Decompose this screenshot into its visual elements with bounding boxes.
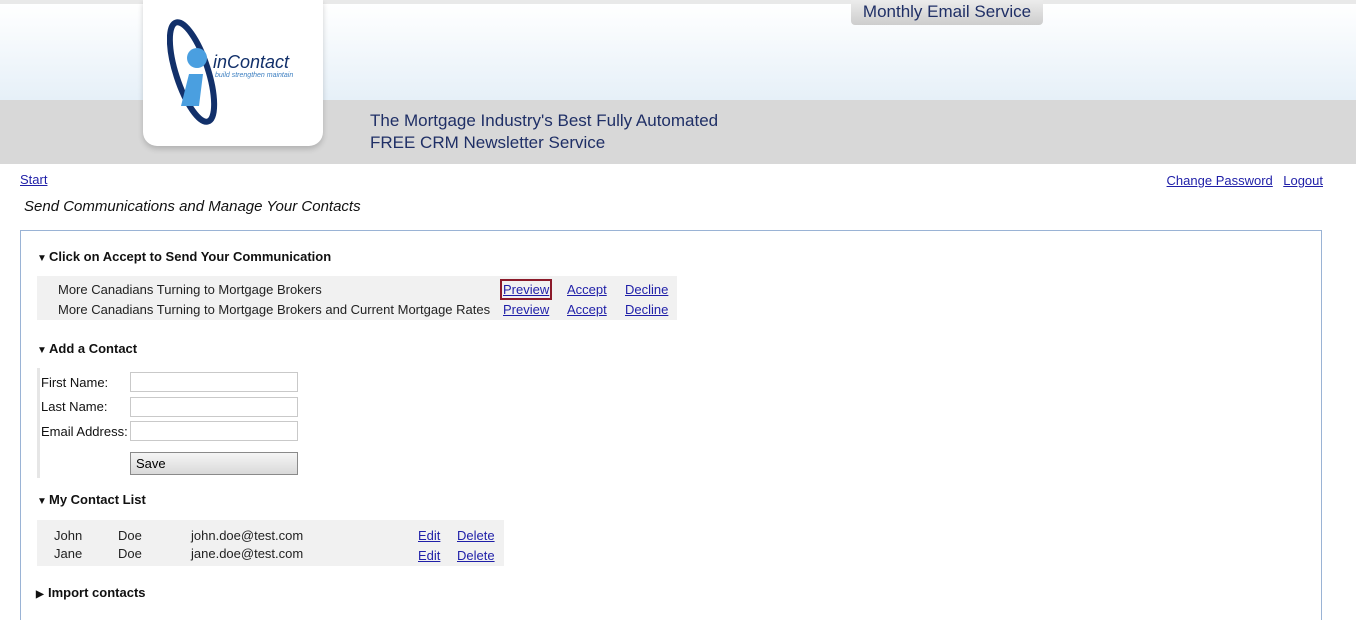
expanded-triangle-icon: ▼ [37,253,47,264]
account-links: Change Password Logout [1161,172,1323,190]
add-contact-section-header[interactable]: ▼ Add a Contact [37,341,137,356]
contact-list-section-header[interactable]: ▼ My Contact List [37,492,146,507]
contact-last-name: Doe [118,528,142,543]
edit-contact-link[interactable]: Edit [418,528,440,543]
change-password-link[interactable]: Change Password [1167,173,1273,188]
last-name-label: Last Name: [41,399,108,414]
logo-name: inContact [213,52,290,72]
contact-first-name: John [54,528,83,543]
accept-link[interactable]: Accept [567,302,607,317]
tagline-line2: FREE CRM Newsletter Service [370,133,606,152]
email-address-label: Email Address: [41,424,128,439]
decline-link[interactable]: Decline [625,302,668,317]
collapsed-triangle-icon: ▶ [36,589,44,600]
logo-card: inContact build strengthen maintain [143,0,323,146]
contact-first-name: Jane [54,546,83,561]
communication-title: More Canadians Turning to Mortgage Broke… [58,302,491,317]
first-name-field[interactable] [130,372,298,392]
communications-section-header[interactable]: ▼ Click on Accept to Send Your Communicat… [37,249,331,264]
tagline-line1: The Mortgage Industry's Best Fully Autom… [370,111,719,130]
contact-last-name: Doe [118,546,142,561]
logout-link[interactable]: Logout [1283,173,1323,188]
page-title: Send Communications and Manage Your Cont… [24,198,361,215]
logo-tagline: build strengthen maintain [215,72,294,79]
expanded-triangle-icon: ▼ [37,345,47,356]
start-link[interactable]: Start [20,172,47,187]
accept-link[interactable]: Accept [567,282,607,297]
delete-contact-link[interactable]: Delete [457,528,495,543]
communications-section-title: Click on Accept to Send Your Communicati… [49,249,332,264]
service-tab: Monthly Email Service [851,0,1043,25]
email-address-field[interactable] [130,421,298,441]
last-name-field[interactable] [130,397,298,417]
contact-list-section-title: My Contact List [49,492,146,507]
communication-title: More Canadians Turning to Mortgage Broke… [58,282,322,297]
preview-link[interactable]: Preview [503,302,549,317]
decline-link[interactable]: Decline [625,282,668,297]
first-name-label: First Name: [41,375,109,390]
expanded-triangle-icon: ▼ [37,496,47,507]
contact-email: john.doe@test.com [191,528,304,543]
edit-contact-link[interactable]: Edit [418,548,440,563]
add-contact-section-title: Add a Contact [49,341,138,356]
import-contacts-section-header[interactable]: ▶ Import contacts [36,585,146,600]
contact-email: jane.doe@test.com [191,546,304,561]
preview-link[interactable]: Preview [499,279,553,300]
delete-contact-link[interactable]: Delete [457,548,495,563]
header-tagline: The Mortgage Industry's Best Fully Autom… [370,110,718,154]
form-left-rule [37,368,40,478]
save-button[interactable]: Save [130,452,298,475]
import-contacts-section-title: Import contacts [48,585,146,600]
